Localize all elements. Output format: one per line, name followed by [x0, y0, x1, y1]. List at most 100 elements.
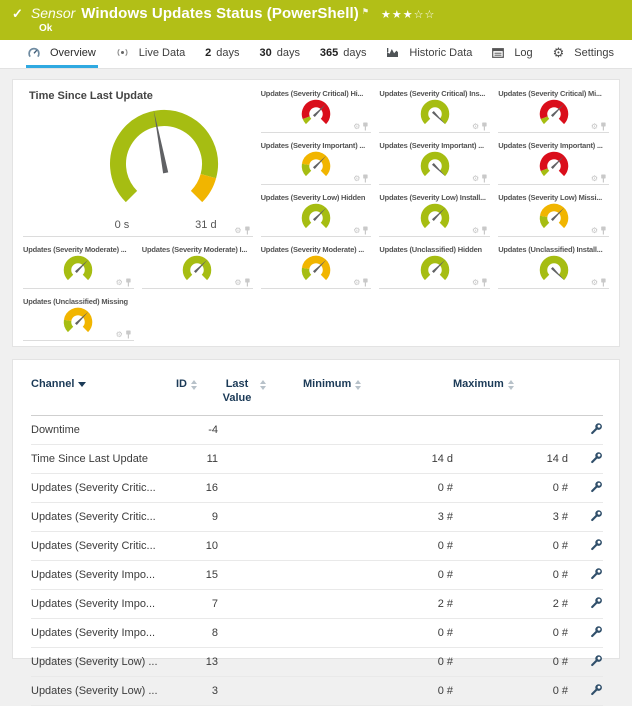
channel-name-cell[interactable]: Updates (Severity Critic... — [31, 502, 176, 531]
pin-icon[interactable] — [481, 226, 488, 235]
tab-live-data[interactable]: Live Data — [114, 40, 187, 68]
gauge-settings-gear-icon[interactable]: ⚙ — [353, 175, 360, 183]
gauge-panel[interactable]: Updates (Severity Important) ... ⚙ — [498, 138, 609, 190]
channel-name-cell[interactable]: Updates (Severity Critic... — [31, 473, 176, 502]
table-row[interactable]: Updates (Severity Critic... 10 0 # 0 # — [31, 531, 603, 560]
gauge-max-label: 31 d — [195, 219, 216, 231]
gauge-panel[interactable]: Updates (Severity Low) Hidden ⚙ — [261, 190, 372, 242]
col-header-last-value[interactable]: Last Value — [218, 366, 303, 415]
tab-log[interactable]: Log — [490, 40, 534, 68]
main-gauge-panel[interactable]: Time Since Last Update 0 s 31 d ⚙ — [23, 86, 253, 242]
edit-channel-wrench-icon[interactable] — [590, 422, 603, 438]
table-row[interactable]: Time Since Last Update 11 14 d 14 d — [31, 444, 603, 473]
channel-name-cell[interactable]: Updates (Severity Impo... — [31, 589, 176, 618]
table-row[interactable]: Updates (Severity Impo... 8 0 # 0 # — [31, 618, 603, 647]
pin-icon[interactable] — [125, 330, 132, 339]
edit-channel-wrench-icon[interactable] — [590, 567, 603, 583]
edit-channel-wrench-icon[interactable] — [590, 683, 603, 699]
channel-name-cell[interactable]: Updates (Severity Critic... — [31, 531, 176, 560]
col-header-maximum[interactable]: Maximum — [453, 366, 568, 415]
tab-overview[interactable]: Overview — [26, 40, 98, 68]
pin-icon[interactable] — [600, 122, 607, 131]
col-header-id[interactable]: ID — [176, 366, 218, 415]
channel-name-cell[interactable]: Updates (Severity Low) ... — [31, 647, 176, 676]
gauge-settings-gear-icon[interactable]: ⚙ — [353, 123, 360, 131]
edit-channel-wrench-icon[interactable] — [590, 654, 603, 670]
tab-365-days[interactable]: 365 days — [318, 40, 369, 68]
tab-30-days[interactable]: 30 days — [257, 40, 302, 68]
channel-name-cell[interactable]: Updates (Severity Impo... — [31, 618, 176, 647]
pin-icon[interactable] — [362, 122, 369, 131]
pin-icon[interactable] — [481, 278, 488, 287]
gauge-panel[interactable]: Updates (Severity Moderate) I... ⚙ — [142, 242, 253, 294]
priority-stars[interactable]: ★★★☆☆ — [381, 8, 435, 21]
table-row[interactable]: Downtime -4 — [31, 415, 603, 444]
table-row[interactable]: Updates (Severity Critic... 16 0 # 0 # — [31, 473, 603, 502]
gauge-settings-gear-icon[interactable]: ⚙ — [472, 175, 479, 183]
edit-channel-wrench-icon[interactable] — [590, 480, 603, 496]
channel-name-cell[interactable]: Updates (Severity Impo... — [31, 560, 176, 589]
pin-icon[interactable] — [244, 226, 251, 235]
gauge-panel[interactable]: Updates (Unclassified) Hidden ⚙ — [379, 242, 490, 294]
table-row[interactable]: Updates (Severity Low) ... 3 0 # 0 # — [31, 676, 603, 705]
gauge-panel[interactable]: Updates (Severity Critical) Hi... ⚙ — [261, 86, 372, 138]
last-value-cell — [218, 676, 303, 705]
col-header-channel[interactable]: Channel — [31, 366, 176, 415]
pin-icon[interactable] — [125, 278, 132, 287]
gauge-settings-gear-icon[interactable]: ⚙ — [353, 279, 360, 287]
pin-icon[interactable] — [481, 174, 488, 183]
gauge-settings-gear-icon[interactable]: ⚙ — [472, 279, 479, 287]
gauge-settings-gear-icon[interactable]: ⚙ — [353, 227, 360, 235]
channel-name-cell[interactable]: Downtime — [31, 415, 176, 444]
table-row[interactable]: Updates (Severity Impo... 7 2 # 2 # — [31, 589, 603, 618]
gauge-settings-gear-icon[interactable]: ⚙ — [591, 227, 598, 235]
gauge-panel[interactable]: Updates (Severity Moderate) ... ⚙ — [23, 242, 134, 294]
gauge-settings-gear-icon[interactable]: ⚙ — [234, 279, 241, 287]
edit-channel-wrench-icon[interactable] — [590, 509, 603, 525]
edit-channel-wrench-icon[interactable] — [590, 625, 603, 641]
edit-channel-wrench-icon[interactable] — [590, 451, 603, 467]
table-row[interactable]: Updates (Severity Impo... 15 0 # 0 # — [31, 560, 603, 589]
maximum-cell: 0 # — [453, 473, 568, 502]
gauge-settings-gear-icon[interactable]: ⚙ — [472, 227, 479, 235]
priority-flag-icon[interactable]: ⚑ — [362, 7, 369, 16]
channel-id-cell: 11 — [176, 444, 218, 473]
gauge-settings-gear-icon[interactable]: ⚙ — [591, 123, 598, 131]
pin-icon[interactable] — [600, 174, 607, 183]
channel-name-cell[interactable]: Time Since Last Update — [31, 444, 176, 473]
gauge-panel[interactable]: Updates (Severity Important) ... ⚙ — [379, 138, 490, 190]
channel-name-cell[interactable]: Updates (Severity Low) ... — [31, 676, 176, 705]
gauge-panel[interactable]: Updates (Severity Low) Missi... ⚙ — [498, 190, 609, 242]
gauge-settings-gear-icon[interactable]: ⚙ — [116, 279, 123, 287]
edit-channel-wrench-icon[interactable] — [590, 596, 603, 612]
gauges-card: Time Since Last Update 0 s 31 d ⚙ Update… — [12, 79, 620, 347]
pin-icon[interactable] — [362, 226, 369, 235]
sort-desc-icon — [78, 382, 86, 387]
tab-settings[interactable]: ⚙ Settings — [551, 40, 616, 68]
gauge-settings-gear-icon[interactable]: ⚙ — [591, 175, 598, 183]
pin-icon[interactable] — [362, 174, 369, 183]
col-header-minimum[interactable]: Minimum — [303, 366, 453, 415]
gauge-settings-gear-icon[interactable]: ⚙ — [234, 227, 241, 235]
gauge-panel[interactable]: Updates (Severity Critical) Ins... ⚙ — [379, 86, 490, 138]
gauge-settings-gear-icon[interactable]: ⚙ — [591, 279, 598, 287]
pin-icon[interactable] — [244, 278, 251, 287]
sort-icon — [508, 380, 514, 390]
gauge-panel[interactable]: Updates (Severity Low) Install... ⚙ — [379, 190, 490, 242]
tab-historic-data[interactable]: Historic Data — [384, 40, 474, 68]
gauge-panel[interactable]: Updates (Unclassified) Missing ⚙ — [23, 294, 134, 346]
table-row[interactable]: Updates (Severity Critic... 9 3 # 3 # — [31, 502, 603, 531]
pin-icon[interactable] — [481, 122, 488, 131]
gauge-panel[interactable]: Updates (Severity Important) ... ⚙ — [261, 138, 372, 190]
gauge-panel[interactable]: Updates (Severity Critical) Mi... ⚙ — [498, 86, 609, 138]
gauge-panel[interactable]: Updates (Severity Moderate) ... ⚙ — [261, 242, 372, 294]
edit-channel-wrench-icon[interactable] — [590, 538, 603, 554]
gauge-settings-gear-icon[interactable]: ⚙ — [116, 331, 123, 339]
gauge-panel[interactable]: Updates (Unclassified) Install... ⚙ — [498, 242, 609, 294]
tab-2-days[interactable]: 2 days — [203, 40, 241, 68]
pin-icon[interactable] — [600, 278, 607, 287]
gauge-settings-gear-icon[interactable]: ⚙ — [472, 123, 479, 131]
pin-icon[interactable] — [362, 278, 369, 287]
pin-icon[interactable] — [600, 226, 607, 235]
table-row[interactable]: Updates (Severity Low) ... 13 0 # 0 # — [31, 647, 603, 676]
